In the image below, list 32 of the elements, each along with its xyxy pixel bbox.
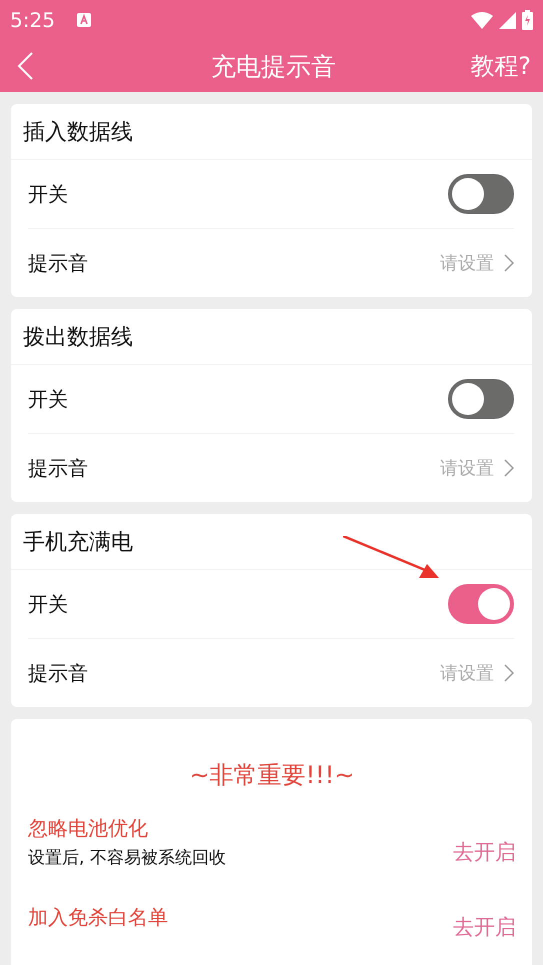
enable-link[interactable]: 去开启 xyxy=(453,838,516,866)
status-time: 5:25 xyxy=(10,8,55,32)
sound-setting-button[interactable]: 请设置 xyxy=(440,661,514,685)
toggle-switch[interactable] xyxy=(448,584,514,624)
app-notification-icon xyxy=(76,13,91,27)
section-title: 拨出数据线 xyxy=(11,309,532,365)
tutorial-link[interactable]: 教程? xyxy=(470,50,531,82)
back-button[interactable] xyxy=(16,51,34,81)
chevron-icon xyxy=(504,459,514,477)
section-title: 手机充满电 xyxy=(11,514,532,570)
setting-title: 加入免杀白名单 xyxy=(28,904,168,930)
page-title: 充电提示音 xyxy=(211,50,336,82)
signal-icon xyxy=(499,12,516,28)
sound-setting-button[interactable]: 请设置 xyxy=(440,251,514,275)
section-title: 插入数据线 xyxy=(11,104,532,160)
wifi-icon xyxy=(471,12,493,28)
toggle-switch[interactable] xyxy=(448,379,514,419)
chevron-icon xyxy=(504,664,514,682)
sound-label: 提示音 xyxy=(28,250,88,276)
sound-label: 提示音 xyxy=(28,454,88,482)
toggle-switch[interactable] xyxy=(448,174,514,214)
switch-label: 开关 xyxy=(28,590,68,618)
setting-description: 设置后, 不容易被系统回收 xyxy=(28,847,226,869)
sound-label: 提示音 xyxy=(28,660,88,686)
battery-icon xyxy=(522,10,533,30)
switch-label: 开关 xyxy=(28,180,68,208)
important-heading: ~非常重要!!!~ xyxy=(188,760,356,791)
sound-setting-button[interactable]: 请设置 xyxy=(440,456,514,480)
switch-label: 开关 xyxy=(28,386,68,412)
enable-link[interactable]: 去开启 xyxy=(453,913,516,941)
chevron-icon xyxy=(504,254,514,272)
setting-title: 忽略电池优化 xyxy=(28,815,149,842)
